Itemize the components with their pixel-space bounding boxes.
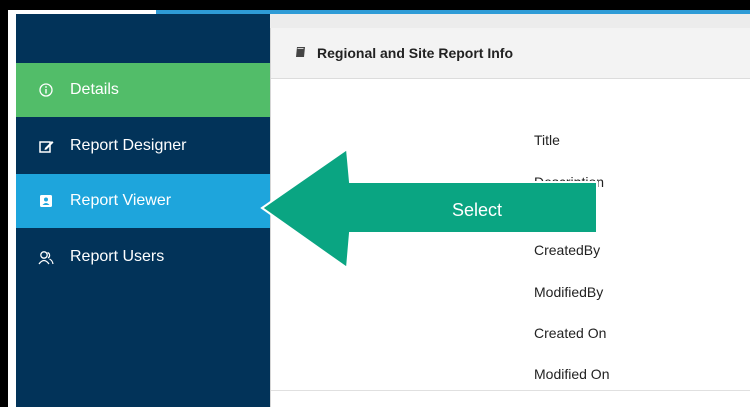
- main-content: Regional and Site Report Info Title Desc…: [270, 14, 750, 407]
- edit-icon: [36, 139, 56, 153]
- window-top-frame: [0, 0, 750, 10]
- field-label-title: Title: [534, 132, 560, 148]
- callout-label: Select: [452, 200, 503, 220]
- sidebar-item-report-users[interactable]: Report Users: [16, 230, 270, 284]
- sidebar-item-details[interactable]: Details: [16, 63, 270, 117]
- users-icon: [36, 250, 56, 265]
- panel-divider: [271, 390, 750, 391]
- sidebar: Details Report Designer Report Viewer Re…: [16, 14, 270, 407]
- sidebar-item-report-viewer[interactable]: Report Viewer: [16, 174, 270, 228]
- sidebar-item-label: Details: [70, 81, 119, 98]
- field-label-modified-on: Modified On: [534, 366, 610, 382]
- window-left-border: [8, 10, 16, 407]
- sidebar-item-report-designer[interactable]: Report Designer: [16, 119, 270, 173]
- field-label-modified-by: ModifiedBy: [534, 284, 604, 300]
- panel-title: Regional and Site Report Info: [317, 45, 514, 61]
- sidebar-item-label: Report Designer: [70, 137, 187, 154]
- sidebar-item-label: Report Viewer: [70, 192, 172, 209]
- sidebar-item-label: Report Users: [70, 248, 165, 265]
- book-icon: [295, 46, 307, 61]
- field-label-created-by: CreatedBy: [534, 242, 601, 258]
- report-info-panel: Regional and Site Report Info Title Desc…: [270, 28, 750, 407]
- info-circle-icon: [36, 83, 56, 97]
- field-label-description: Description: [534, 174, 605, 190]
- panel-header: Regional and Site Report Info: [271, 28, 750, 79]
- field-label-created-on: Created On: [534, 325, 607, 341]
- contact-book-icon: [36, 194, 56, 208]
- window-left-frame: [0, 0, 8, 407]
